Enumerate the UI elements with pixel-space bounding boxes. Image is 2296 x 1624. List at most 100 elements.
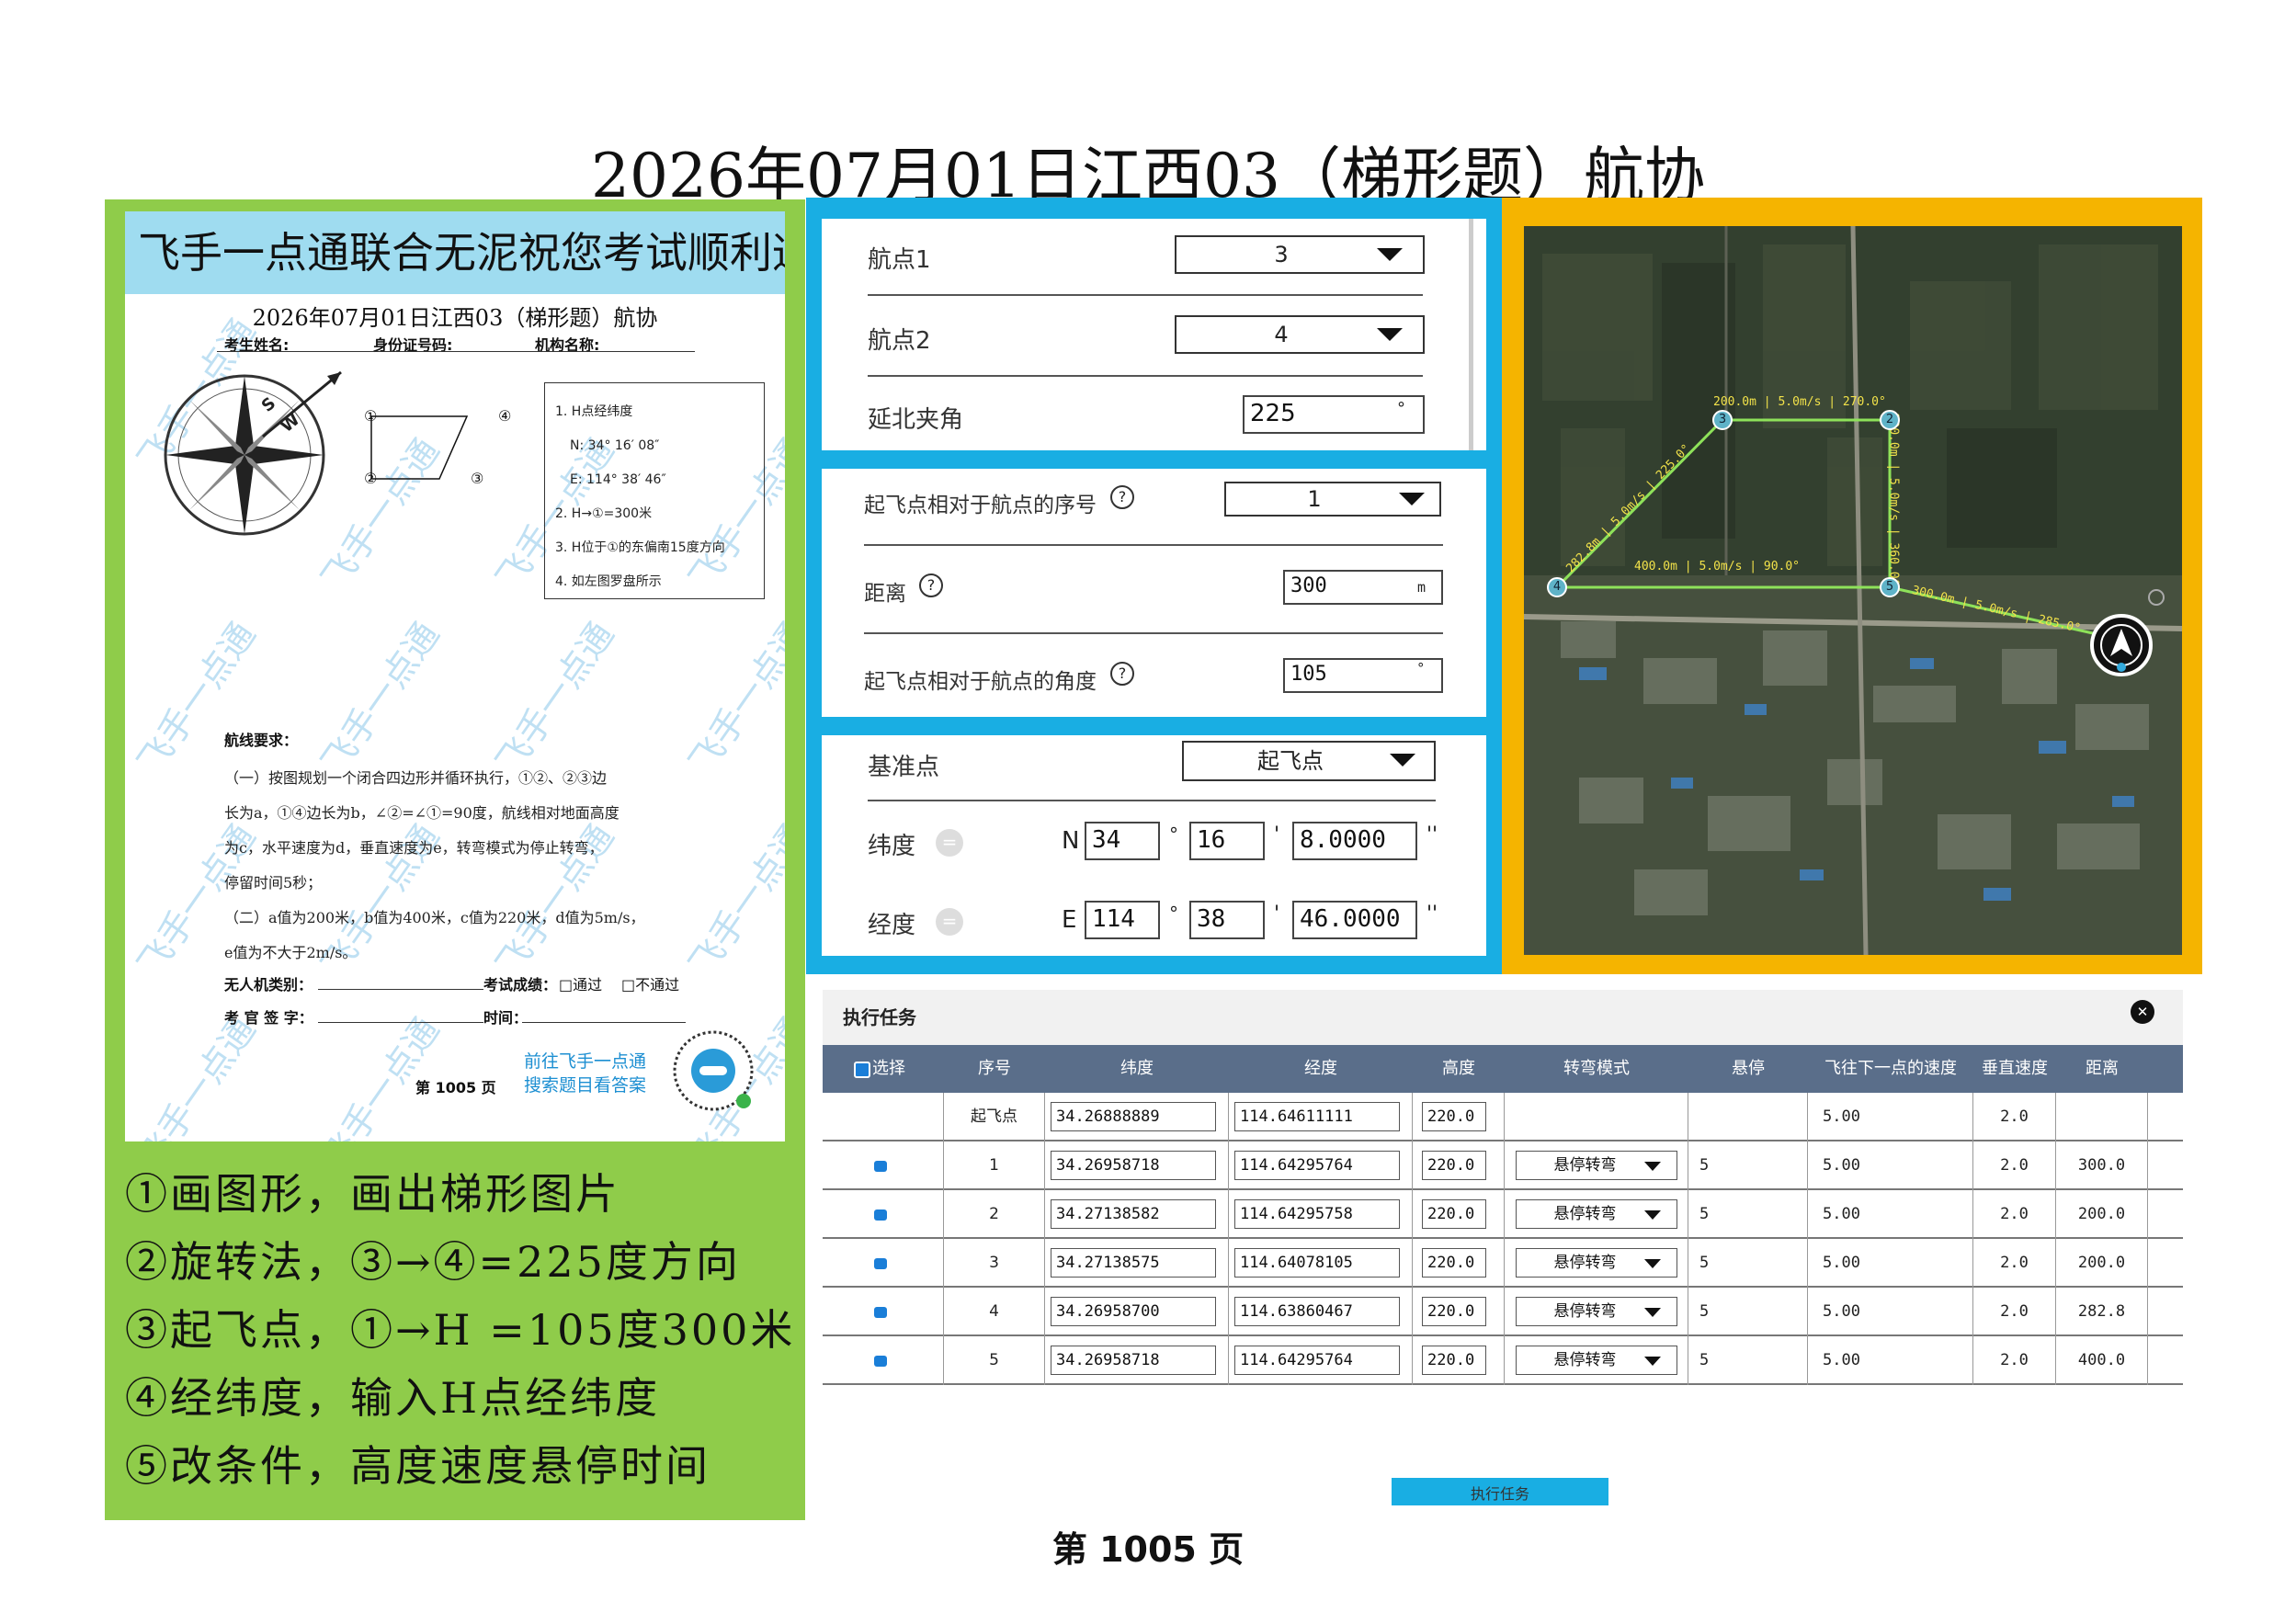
col-speed: 飞往下一点的速度 <box>1824 1059 1957 1078</box>
lat-input[interactable]: 34.26958718 <box>1051 1151 1216 1180</box>
select-all-checkbox[interactable] <box>854 1062 870 1078</box>
lon-input[interactable]: 114.64295764 <box>1234 1346 1400 1375</box>
task-window-title: 执行任务 <box>823 990 2183 1045</box>
minute-unit: ' <box>1274 823 1280 846</box>
wp1-label: 航点1 <box>868 246 931 274</box>
alt-input[interactable]: 220.0 <box>1422 1346 1486 1375</box>
close-icon[interactable]: ✕ <box>2131 1000 2154 1024</box>
chevron-down-icon <box>1377 328 1403 341</box>
lon-input[interactable]: 114.64295764 <box>1234 1151 1400 1180</box>
alt-input[interactable]: 220.0 <box>1422 1199 1486 1229</box>
lat-input[interactable]: 34.27138582 <box>1051 1199 1216 1229</box>
step-item: ③起飞点，①→H =105度300米 <box>125 1305 796 1355</box>
col-hover: 悬停 <box>1732 1059 1765 1078</box>
wp2-label: 航点2 <box>868 327 931 355</box>
help-icon[interactable]: ? <box>919 574 943 597</box>
route-label: 200.0m | 5.0m/s | 360.0° <box>1886 413 1901 586</box>
exam-sheet: 飞手一点通联合无泥祝您考试顺利通过 飞手一点通 飞手一点通 飞手一点通 飞手一点… <box>125 211 785 1141</box>
lon-hemisphere: E <box>1062 906 1077 934</box>
info-list: 1. H点经纬度 N: 34° 16′ 08″ E: 114° 38′ 46″ … <box>555 404 725 589</box>
angle-label: 起飞点相对于航点的角度 <box>864 670 1097 694</box>
row-checkbox[interactable] <box>874 1356 887 1367</box>
lat-degree-input[interactable]: 34 <box>1085 822 1160 860</box>
table-header: 选择 序号 纬度 经度 高度 转弯模式 悬停 飞往下一点的速度 垂直速度 距离 <box>823 1045 2183 1093</box>
lon-input[interactable]: 114.63860467 <box>1234 1297 1400 1326</box>
row-checkbox[interactable] <box>874 1307 887 1318</box>
table-row: 2 34.27138582 114.64295758 220.0 悬停转弯 5 … <box>823 1190 2183 1239</box>
lon-input[interactable]: 114.64611111 <box>1234 1102 1400 1131</box>
compass-rose-icon <box>164 370 342 536</box>
lon-minute-input[interactable]: 38 <box>1189 901 1265 939</box>
step-item: ②旋转法，③→④=225度方向 <box>125 1237 741 1287</box>
lat-hemisphere: N <box>1062 827 1080 855</box>
waypoint-marker[interactable]: 4 <box>1547 577 1567 597</box>
point-label: ② <box>364 470 378 487</box>
lat-second-input[interactable]: 8.0000 <box>1292 822 1417 860</box>
help-icon[interactable]: ? <box>1110 485 1134 509</box>
row-checkbox[interactable] <box>874 1209 887 1221</box>
waypoint-pin-icon <box>2148 589 2165 606</box>
promo-text: 前往飞手一点通 搜索题目看答案 <box>524 1051 647 1096</box>
lon-input[interactable]: 114.64295758 <box>1234 1199 1400 1229</box>
execute-task-button[interactable]: 执行任务 <box>1392 1478 1608 1505</box>
help-icon[interactable]: ? <box>1110 662 1134 686</box>
drone-position-icon[interactable] <box>2088 612 2162 686</box>
col-lat: 纬度 <box>1120 1059 1154 1078</box>
requirements-text: （一）按图规划一个闭合四边形并循环执行，①②、②③边 长为a，①④边长为b，∠②… <box>224 769 645 961</box>
lon-second-input[interactable]: 46.0000 <box>1292 901 1417 939</box>
col-mode: 转弯模式 <box>1563 1059 1630 1078</box>
requirements-title: 航线要求： <box>224 732 299 749</box>
satellite-map[interactable]: 200.0m | 5.0m/s | 270.0° 200.0m | 5.0m/s… <box>1524 226 2182 955</box>
degree-unit: ° <box>1169 823 1178 846</box>
waypoint-marker[interactable]: 2 <box>1880 410 1900 430</box>
col-lon: 经度 <box>1304 1059 1337 1078</box>
alt-input[interactable]: 220.0 <box>1422 1248 1486 1278</box>
chevron-down-icon <box>1377 248 1403 261</box>
promo-banner: 飞手一点通联合无泥祝您考试顺利通过 <box>125 211 785 294</box>
sheet-page-number: 第 1005 页 <box>415 1079 496 1096</box>
lon-degree-input[interactable]: 114 <box>1085 901 1160 939</box>
lat-input[interactable]: 34.26958700 <box>1051 1297 1216 1326</box>
point-label: ④ <box>498 407 512 425</box>
alt-input[interactable]: 220.0 <box>1422 1151 1486 1180</box>
row-checkbox[interactable] <box>874 1161 887 1172</box>
lat-input[interactable]: 34.27138575 <box>1051 1248 1216 1278</box>
lat-input[interactable]: 34.26888889 <box>1051 1102 1216 1131</box>
route-label: 400.0m | 5.0m/s | 90.0° <box>1634 560 1801 574</box>
second-unit: '' <box>1426 823 1438 846</box>
latitude-label: 纬度 <box>868 833 916 860</box>
table-row: 3 34.27138575 114.64078105 220.0 悬停转弯 5 … <box>823 1239 2183 1288</box>
watermark: 飞手一点通 <box>130 615 264 781</box>
lat-minute-input[interactable]: 16 <box>1189 822 1265 860</box>
lon-input[interactable]: 114.64078105 <box>1234 1248 1400 1278</box>
distance-label: 距离 <box>864 582 906 606</box>
chevron-down-icon <box>1390 754 1415 767</box>
examiner-label: 考 官 签 字： <box>224 1009 313 1027</box>
col-distance: 距离 <box>2086 1059 2119 1078</box>
watermark: 飞手一点通 <box>313 615 448 781</box>
table-row: 5 34.26958718 114.64295764 220.0 悬停转弯 5 … <box>823 1336 2183 1385</box>
page-number: 第 1005 页 <box>1051 1529 1245 1570</box>
meter-unit: m <box>1417 579 1426 596</box>
lat-input[interactable]: 34.26958718 <box>1051 1346 1216 1375</box>
minus-icon[interactable]: = <box>936 829 963 857</box>
table-row: 4 34.26958700 114.63860467 220.0 悬停转弯 5 … <box>823 1288 2183 1336</box>
watermark: 飞手一点通 <box>681 615 785 781</box>
alt-input[interactable]: 220.0 <box>1422 1102 1486 1131</box>
minute-unit: ' <box>1274 903 1280 926</box>
table-row: 1 34.26958718 114.64295764 220.0 悬停转弯 5 … <box>823 1141 2183 1190</box>
waypoint-marker[interactable]: 5 <box>1880 577 1900 597</box>
north-angle-label: 延北夹角 <box>868 406 964 434</box>
col-vspeed: 垂直速度 <box>1982 1059 2048 1078</box>
col-select: 选择 <box>872 1059 905 1078</box>
map-imagery <box>1524 226 2182 955</box>
degree-unit: ° <box>1417 660 1425 676</box>
minus-icon[interactable]: = <box>936 908 963 936</box>
waypoint-marker[interactable]: 3 <box>1712 410 1733 430</box>
degree-unit: ° <box>1169 903 1178 925</box>
row-checkbox[interactable] <box>874 1258 887 1269</box>
degree-unit: ° <box>1397 399 1405 418</box>
alt-input[interactable]: 220.0 <box>1422 1297 1486 1326</box>
score-label: 考试成绩： <box>483 976 558 994</box>
pass-checkbox: □通过 <box>559 976 603 994</box>
